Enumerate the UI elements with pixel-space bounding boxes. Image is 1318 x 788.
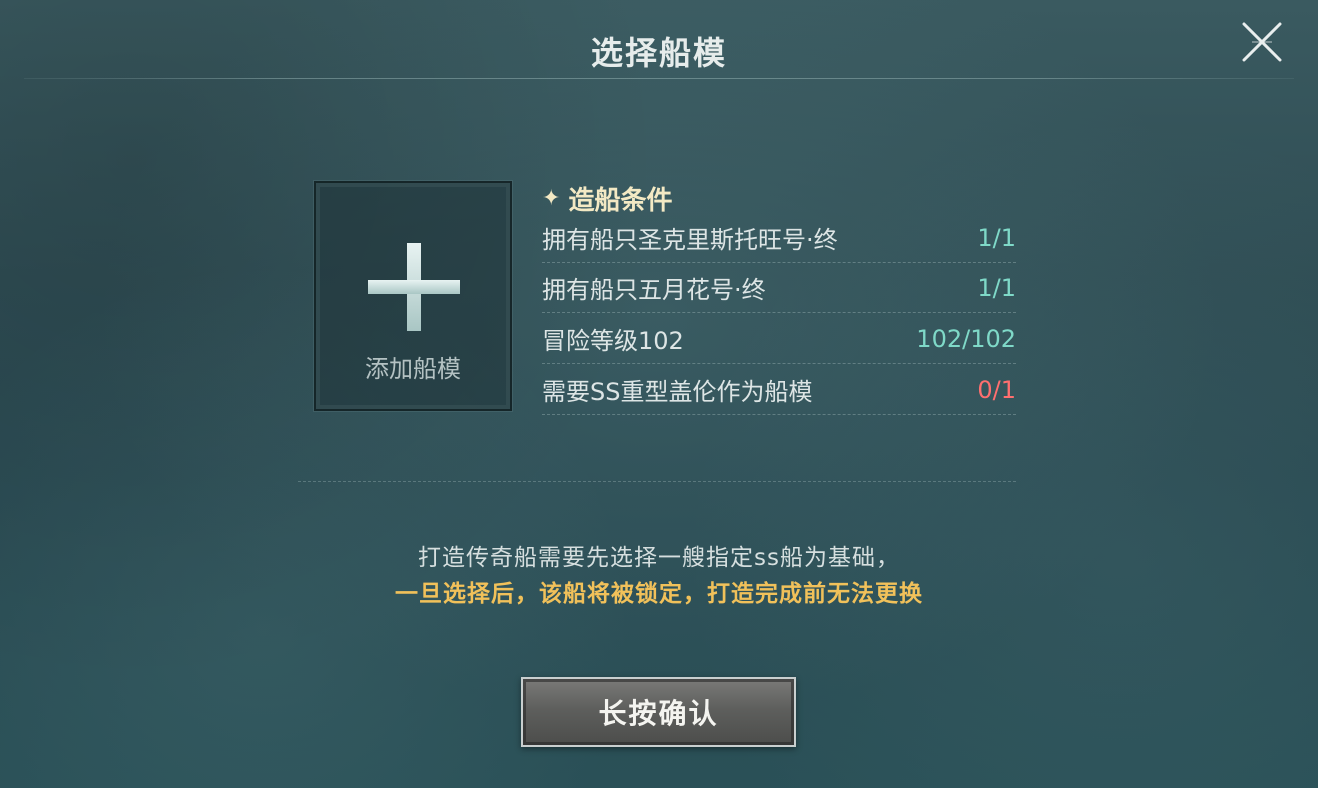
notice-warning-text: 一旦选择后，该船将被锁定，打造完成前无法更换 <box>395 581 923 607</box>
close-icon <box>1242 22 1282 62</box>
conditions-header: ✦ 造船条件 <box>542 180 672 217</box>
conditions-header-label: 造船条件 <box>568 186 673 216</box>
condition-row: 拥有船只五月花号·终 1/1 <box>542 263 1016 313</box>
section-divider <box>298 481 1016 482</box>
close-button[interactable] <box>1238 18 1286 66</box>
condition-progress: 102/102 <box>916 324 1016 353</box>
condition-progress: 1/1 <box>977 223 1016 252</box>
condition-row: 冒险等级102 102/102 <box>542 314 1016 364</box>
title-divider <box>24 78 1294 79</box>
sparkle-icon: ✦ <box>542 186 561 211</box>
notice-text: 打造传奇船需要先选择一艘指定ss船为基础， <box>418 545 900 571</box>
condition-label: 拥有船只五月花号·终 <box>542 276 766 304</box>
condition-progress: 1/1 <box>977 273 1016 302</box>
condition-label: 冒险等级102 <box>542 327 684 355</box>
condition-label: 拥有船只圣克里斯托旺号·终 <box>542 226 838 254</box>
add-ship-model-label: 添加船模 <box>365 355 461 383</box>
long-press-confirm-button[interactable]: 长按确认 <box>521 677 796 747</box>
condition-row: 拥有船只圣克里斯托旺号·终 1/1 <box>542 213 1016 263</box>
plus-icon <box>368 243 460 331</box>
condition-label: 需要SS重型盖伦作为船模 <box>542 378 813 406</box>
condition-progress: 0/1 <box>977 375 1016 404</box>
condition-row: 需要SS重型盖伦作为船模 0/1 <box>542 365 1016 415</box>
add-ship-model-slot[interactable]: 添加船模 <box>314 181 512 411</box>
ship-model-select-screen: 选择船模 添加船模 ✦ 造船条件 拥有船只圣克里斯托旺号·终 1/1 拥有船只五… <box>0 0 1318 788</box>
dialog-title: 选择船模 <box>590 34 727 72</box>
